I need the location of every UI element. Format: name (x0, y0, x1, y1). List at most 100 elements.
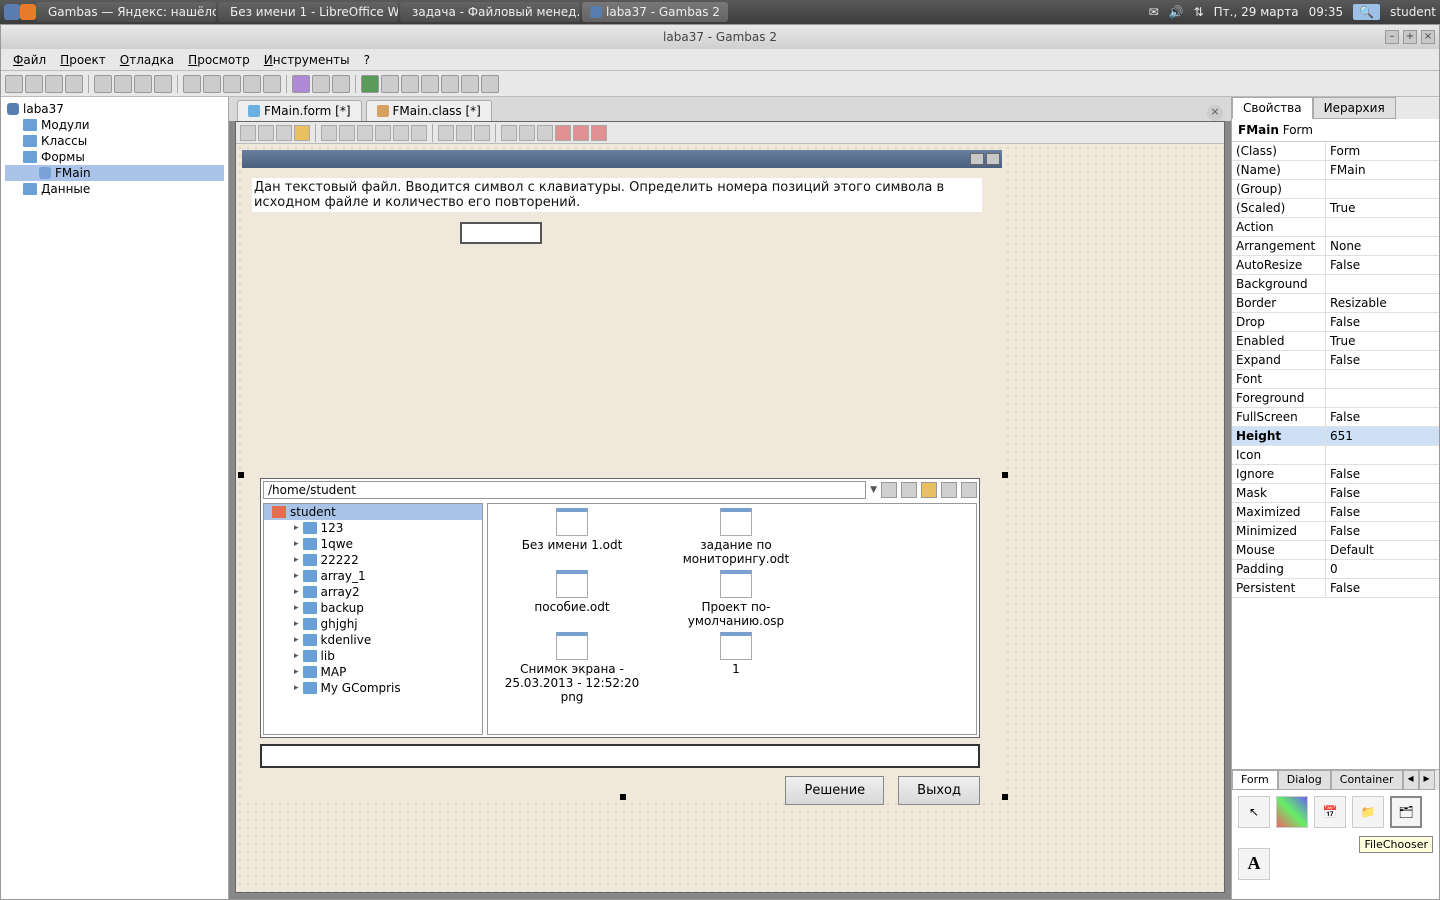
project-folder-modules[interactable]: Модули (5, 117, 224, 133)
align-top-icon[interactable] (537, 125, 553, 141)
close-tab-icon[interactable]: × (1207, 105, 1223, 121)
network-icon[interactable]: ⇅ (1194, 5, 1204, 19)
menu-editor-icon[interactable] (438, 125, 454, 141)
datechooser-tool-icon[interactable]: 📅 (1314, 796, 1346, 828)
clock-date[interactable]: Пт., 29 марта (1214, 5, 1299, 19)
property-row[interactable]: BorderResizable (1232, 294, 1439, 313)
file-item[interactable]: Снимок экрана - 25.03.2013 - 12:52:20 pn… (492, 632, 652, 704)
form-close-icon[interactable] (986, 153, 1000, 165)
console-icon[interactable] (312, 75, 330, 93)
make-archive-icon[interactable] (243, 75, 261, 93)
toolbox-tab-container[interactable]: Container (1331, 770, 1403, 790)
menu-debug[interactable]: Отладка (114, 51, 180, 69)
project-folder-classes[interactable]: Классы (5, 133, 224, 149)
same-height-icon[interactable] (591, 125, 607, 141)
save-icon[interactable] (45, 75, 63, 93)
property-row[interactable]: (Group) (1232, 180, 1439, 199)
make-exec-icon[interactable] (223, 75, 241, 93)
resize-handle[interactable] (1002, 472, 1008, 478)
paste-icon[interactable] (276, 125, 292, 141)
minimize-button[interactable]: – (1385, 30, 1399, 44)
property-row[interactable]: Icon (1232, 446, 1439, 465)
grid-icon[interactable] (456, 125, 472, 141)
file-list[interactable]: Без имени 1.odt задание по мониторингу.o… (487, 503, 977, 735)
property-row[interactable]: Foreground (1232, 389, 1439, 408)
property-row[interactable]: Font (1232, 370, 1439, 389)
file-item[interactable]: задание по мониторингу.odt (656, 508, 816, 566)
copy-icon[interactable] (375, 125, 391, 141)
toolbox-scroll-right-icon[interactable]: ▸ (1419, 770, 1435, 790)
dir-item[interactable]: ▸My GCompris (264, 680, 482, 696)
project-folder-data[interactable]: Данные (5, 181, 224, 197)
open-dir-icon[interactable] (921, 482, 937, 498)
dir-item[interactable]: ▸array2 (264, 584, 482, 600)
property-row[interactable]: (Name)FMain (1232, 161, 1439, 180)
step-out-icon[interactable] (461, 75, 479, 93)
property-row[interactable]: Height651 (1232, 427, 1439, 446)
property-row[interactable]: EnabledTrue (1232, 332, 1439, 351)
task-button[interactable]: Без имени 1 - LibreOffice W… (218, 2, 398, 22)
toolbox-tab-form[interactable]: Form (1232, 770, 1278, 790)
property-row[interactable]: ArrangementNone (1232, 237, 1439, 256)
project-root[interactable]: laba37 (5, 101, 224, 117)
delete-icon[interactable] (411, 125, 427, 141)
property-row[interactable]: Padding0 (1232, 560, 1439, 579)
translate-icon[interactable] (292, 75, 310, 93)
exit-button[interactable]: Выход (898, 776, 980, 805)
char-input[interactable] (460, 222, 542, 244)
property-row[interactable]: Action (1232, 218, 1439, 237)
toggle-grid-icon[interactable] (474, 125, 490, 141)
resize-handle[interactable] (1002, 794, 1008, 800)
menu-file[interactable]: Файл (7, 51, 52, 69)
toolbox-scroll-left-icon[interactable]: ◂ (1403, 770, 1419, 790)
resize-handle[interactable] (238, 472, 244, 478)
new-dir-icon[interactable] (941, 482, 957, 498)
project-props-icon[interactable] (94, 75, 112, 93)
dir-item[interactable]: ▸array_1 (264, 568, 482, 584)
paste2-icon[interactable] (393, 125, 409, 141)
property-row[interactable]: PersistentFalse (1232, 579, 1439, 598)
lock-icon[interactable] (294, 125, 310, 141)
dir-root[interactable]: student (264, 504, 482, 520)
menu-project[interactable]: Проект (54, 51, 112, 69)
dir-item[interactable]: ▸MAP (264, 664, 482, 680)
file-chooser[interactable]: ▼ student (260, 478, 980, 738)
pause-icon[interactable] (381, 75, 399, 93)
dir-item[interactable]: ▸kdenlive (264, 632, 482, 648)
form-design-area[interactable]: Дан текстовый файл. Вводится символ с кл… (236, 144, 1224, 892)
tab-hierarchy[interactable]: Иерархия (1313, 97, 1396, 119)
property-row[interactable]: MouseDefault (1232, 541, 1439, 560)
menu-tools[interactable]: Инструменты (258, 51, 356, 69)
path-input[interactable] (263, 481, 866, 499)
filename-input[interactable] (260, 744, 980, 768)
solve-button[interactable]: Решение (785, 776, 884, 805)
stop-icon[interactable] (401, 75, 419, 93)
file-item[interactable]: Проект по-умолчанию.osp (656, 570, 816, 628)
property-row[interactable]: IgnoreFalse (1232, 465, 1439, 484)
tab-properties[interactable]: Свойства (1232, 97, 1313, 119)
property-row[interactable]: (Class)Form (1232, 142, 1439, 161)
project-tree[interactable]: laba37 Модули Классы Формы FMain Данные (1, 97, 229, 899)
view-mode-icon[interactable] (961, 482, 977, 498)
step-into-icon[interactable] (441, 75, 459, 93)
align-left-icon[interactable] (501, 125, 517, 141)
step-icon[interactable] (421, 75, 439, 93)
fontchooser-tool-icon[interactable]: A (1238, 848, 1270, 880)
dir-item[interactable]: ▸backup (264, 600, 482, 616)
directory-tree[interactable]: student ▸123 ▸1qwe ▸22222 ▸array_1 ▸arra… (263, 503, 483, 735)
preferences-icon[interactable] (134, 75, 152, 93)
reload-form-icon[interactable] (258, 125, 274, 141)
stack-icon[interactable] (332, 75, 350, 93)
up-dir-icon[interactable] (881, 482, 897, 498)
app-launcher-icon[interactable] (4, 4, 20, 20)
form-minimize-icon[interactable] (970, 153, 984, 165)
until-icon[interactable] (481, 75, 499, 93)
new-icon[interactable] (5, 75, 23, 93)
save-form-icon[interactable] (240, 125, 256, 141)
menu-help[interactable]: ? (358, 51, 376, 69)
form-fmain[interactable]: Дан текстовый файл. Вводится символ с кл… (242, 150, 1002, 798)
refresh-icon[interactable] (114, 75, 132, 93)
shortcut-icon[interactable] (154, 75, 172, 93)
same-width-icon[interactable] (573, 125, 589, 141)
filechooser-tool-icon[interactable]: 🗂 (1390, 796, 1422, 828)
